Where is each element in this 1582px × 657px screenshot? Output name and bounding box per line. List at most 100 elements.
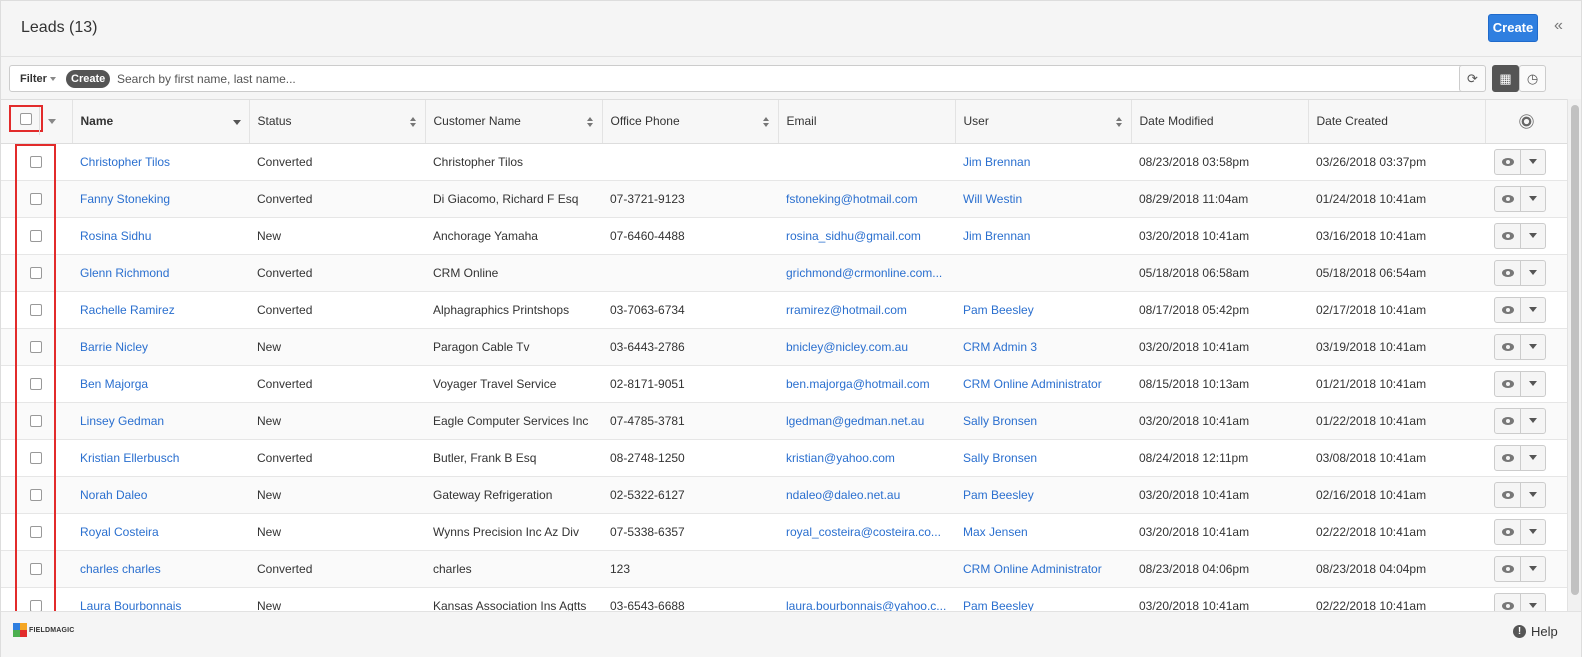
row-checkbox[interactable] bbox=[30, 415, 42, 428]
lead-name-link[interactable]: Ben Majorga bbox=[72, 365, 249, 403]
eye-icon[interactable] bbox=[1495, 297, 1521, 322]
row-menu-button[interactable] bbox=[1521, 261, 1545, 285]
select-all-checkbox[interactable] bbox=[20, 112, 32, 125]
row-checkbox[interactable] bbox=[30, 304, 42, 317]
user-link[interactable]: CRM Admin 3 bbox=[955, 328, 1131, 366]
row-checkbox[interactable] bbox=[30, 378, 42, 391]
row-checkbox[interactable] bbox=[30, 600, 42, 611]
eye-icon[interactable] bbox=[1495, 334, 1521, 359]
lead-name-link[interactable]: Kristian Ellerbusch bbox=[72, 439, 249, 477]
lead-name-link[interactable]: Fanny Stoneking bbox=[72, 180, 249, 218]
row-checkbox[interactable] bbox=[30, 230, 42, 243]
row-menu-button[interactable] bbox=[1521, 224, 1545, 248]
user-link[interactable]: Sally Bronsen bbox=[955, 439, 1131, 477]
table-row[interactable]: charles charles Converted charles 123 CRM On… bbox=[1, 550, 1567, 588]
column-header-office-phone[interactable]: Office Phone bbox=[602, 100, 779, 144]
user-link[interactable]: Pam Beesley bbox=[955, 587, 1131, 611]
lead-name-link[interactable]: Rachelle Ramirez bbox=[72, 291, 249, 329]
table-row[interactable]: Glenn Richmond Converted CRM Online grichmo… bbox=[1, 254, 1567, 292]
row-checkbox[interactable] bbox=[30, 341, 42, 354]
eye-icon[interactable] bbox=[1495, 186, 1521, 211]
column-header-name[interactable]: Name bbox=[72, 100, 250, 144]
vertical-scrollbar[interactable] bbox=[1567, 99, 1581, 611]
row-menu-button[interactable] bbox=[1521, 150, 1545, 174]
eye-icon[interactable] bbox=[1495, 445, 1521, 470]
table-row[interactable]: Barrie Nicley New Paragon Cable Tv 03-6443-… bbox=[1, 328, 1567, 366]
column-header-status[interactable]: Status bbox=[249, 100, 426, 144]
row-checkbox[interactable] bbox=[30, 452, 42, 465]
double-chevron-left-icon[interactable]: « bbox=[1554, 17, 1563, 35]
lead-name-link[interactable]: Norah Daleo bbox=[72, 476, 249, 514]
lead-name-link[interactable]: Royal Costeira bbox=[72, 513, 249, 551]
row-menu-button[interactable] bbox=[1521, 483, 1545, 507]
column-header-customer-name[interactable]: Customer Name bbox=[425, 100, 603, 144]
column-header-user[interactable]: User bbox=[955, 100, 1132, 144]
user-link[interactable]: CRM Online Administrator bbox=[955, 550, 1131, 588]
email-link[interactable]: rosina_sidhu@gmail.com bbox=[778, 217, 955, 255]
column-header-date-modified[interactable]: Date Modified bbox=[1131, 100, 1309, 144]
row-checkbox[interactable] bbox=[30, 563, 42, 576]
lead-name-link[interactable]: Christopher Tilos bbox=[72, 143, 249, 181]
user-link[interactable]: CRM Online Administrator bbox=[955, 365, 1131, 403]
user-link[interactable]: Pam Beesley bbox=[955, 476, 1131, 514]
help-link[interactable]: ! Help bbox=[1513, 624, 1558, 639]
row-menu-button[interactable] bbox=[1521, 335, 1545, 359]
row-menu-button[interactable] bbox=[1521, 409, 1545, 433]
email-link[interactable]: laura.bourbonnais@yahoo.c... bbox=[778, 587, 955, 611]
lead-name-link[interactable]: charles charles bbox=[72, 550, 249, 588]
grid-icon[interactable]: ▦ bbox=[1492, 65, 1519, 92]
table-row[interactable]: Royal Costeira New Wynns Precision Inc Az … bbox=[1, 513, 1567, 551]
email-link[interactable]: grichmond@crmonline.com... bbox=[778, 254, 955, 292]
user-link[interactable]: Will Westin bbox=[955, 180, 1131, 218]
filter-button[interactable]: Filter bbox=[14, 70, 62, 88]
user-link[interactable]: Jim Brennan bbox=[955, 143, 1131, 181]
row-menu-button[interactable] bbox=[1521, 372, 1545, 396]
column-header-date-created[interactable]: Date Created bbox=[1308, 100, 1486, 144]
table-row[interactable]: Linsey Gedman New Eagle Computer Services … bbox=[1, 402, 1567, 440]
gear-icon[interactable] bbox=[1521, 116, 1531, 127]
row-checkbox[interactable] bbox=[30, 267, 42, 280]
row-menu-button[interactable] bbox=[1521, 520, 1545, 544]
table-row[interactable]: Fanny Stoneking Converted Di Giacomo, Rich… bbox=[1, 180, 1567, 218]
search-input[interactable] bbox=[117, 69, 1447, 89]
table-row[interactable]: Norah Daleo New Gateway Refrigeration 02-53… bbox=[1, 476, 1567, 514]
row-checkbox[interactable] bbox=[30, 193, 42, 206]
column-header-email[interactable]: Email bbox=[778, 100, 956, 144]
email-link[interactable] bbox=[778, 550, 955, 588]
eye-icon[interactable] bbox=[1495, 482, 1521, 507]
email-link[interactable]: lgedman@gedman.net.au bbox=[778, 402, 955, 440]
lead-name-link[interactable]: Linsey Gedman bbox=[72, 402, 249, 440]
create-button[interactable]: Create bbox=[1488, 14, 1538, 42]
eye-icon[interactable] bbox=[1495, 593, 1521, 611]
refresh-icon[interactable]: ⟳ bbox=[1459, 65, 1486, 92]
clock-icon[interactable]: ◷ bbox=[1519, 65, 1546, 92]
lead-name-link[interactable]: Barrie Nicley bbox=[72, 328, 249, 366]
table-row[interactable]: Christopher Tilos Converted Christopher Ti… bbox=[1, 143, 1567, 181]
email-link[interactable]: ndaleo@daleo.net.au bbox=[778, 476, 955, 514]
email-link[interactable]: kristian@yahoo.com bbox=[778, 439, 955, 477]
row-menu-button[interactable] bbox=[1521, 446, 1545, 470]
column-settings-header[interactable] bbox=[1485, 100, 1567, 144]
row-menu-button[interactable] bbox=[1521, 298, 1545, 322]
table-row[interactable]: Rosina Sidhu New Anchorage Yamaha 07-6460-4… bbox=[1, 217, 1567, 255]
row-checkbox[interactable] bbox=[30, 156, 42, 169]
email-link[interactable] bbox=[778, 143, 955, 181]
row-menu-button[interactable] bbox=[1521, 557, 1545, 581]
lead-name-link[interactable]: Rosina Sidhu bbox=[72, 217, 249, 255]
select-options-dropdown[interactable] bbox=[39, 107, 63, 135]
row-menu-button[interactable] bbox=[1521, 187, 1545, 211]
email-link[interactable]: royal_costeira@costeira.co... bbox=[778, 513, 955, 551]
table-row[interactable]: Rachelle Ramirez Converted Alphagraphics P… bbox=[1, 291, 1567, 329]
eye-icon[interactable] bbox=[1495, 260, 1521, 285]
lead-name-link[interactable]: Laura Bourbonnais bbox=[72, 587, 249, 611]
row-menu-button[interactable] bbox=[1521, 594, 1545, 612]
eye-icon[interactable] bbox=[1495, 371, 1521, 396]
user-link[interactable]: Max Jensen bbox=[955, 513, 1131, 551]
user-link[interactable]: Jim Brennan bbox=[955, 217, 1131, 255]
user-link[interactable]: Sally Bronsen bbox=[955, 402, 1131, 440]
email-link[interactable]: rramirez@hotmail.com bbox=[778, 291, 955, 329]
email-link[interactable]: ben.majorga@hotmail.com bbox=[778, 365, 955, 403]
eye-icon[interactable] bbox=[1495, 519, 1521, 544]
scrollbar-thumb[interactable] bbox=[1571, 105, 1579, 595]
row-checkbox[interactable] bbox=[30, 526, 42, 539]
